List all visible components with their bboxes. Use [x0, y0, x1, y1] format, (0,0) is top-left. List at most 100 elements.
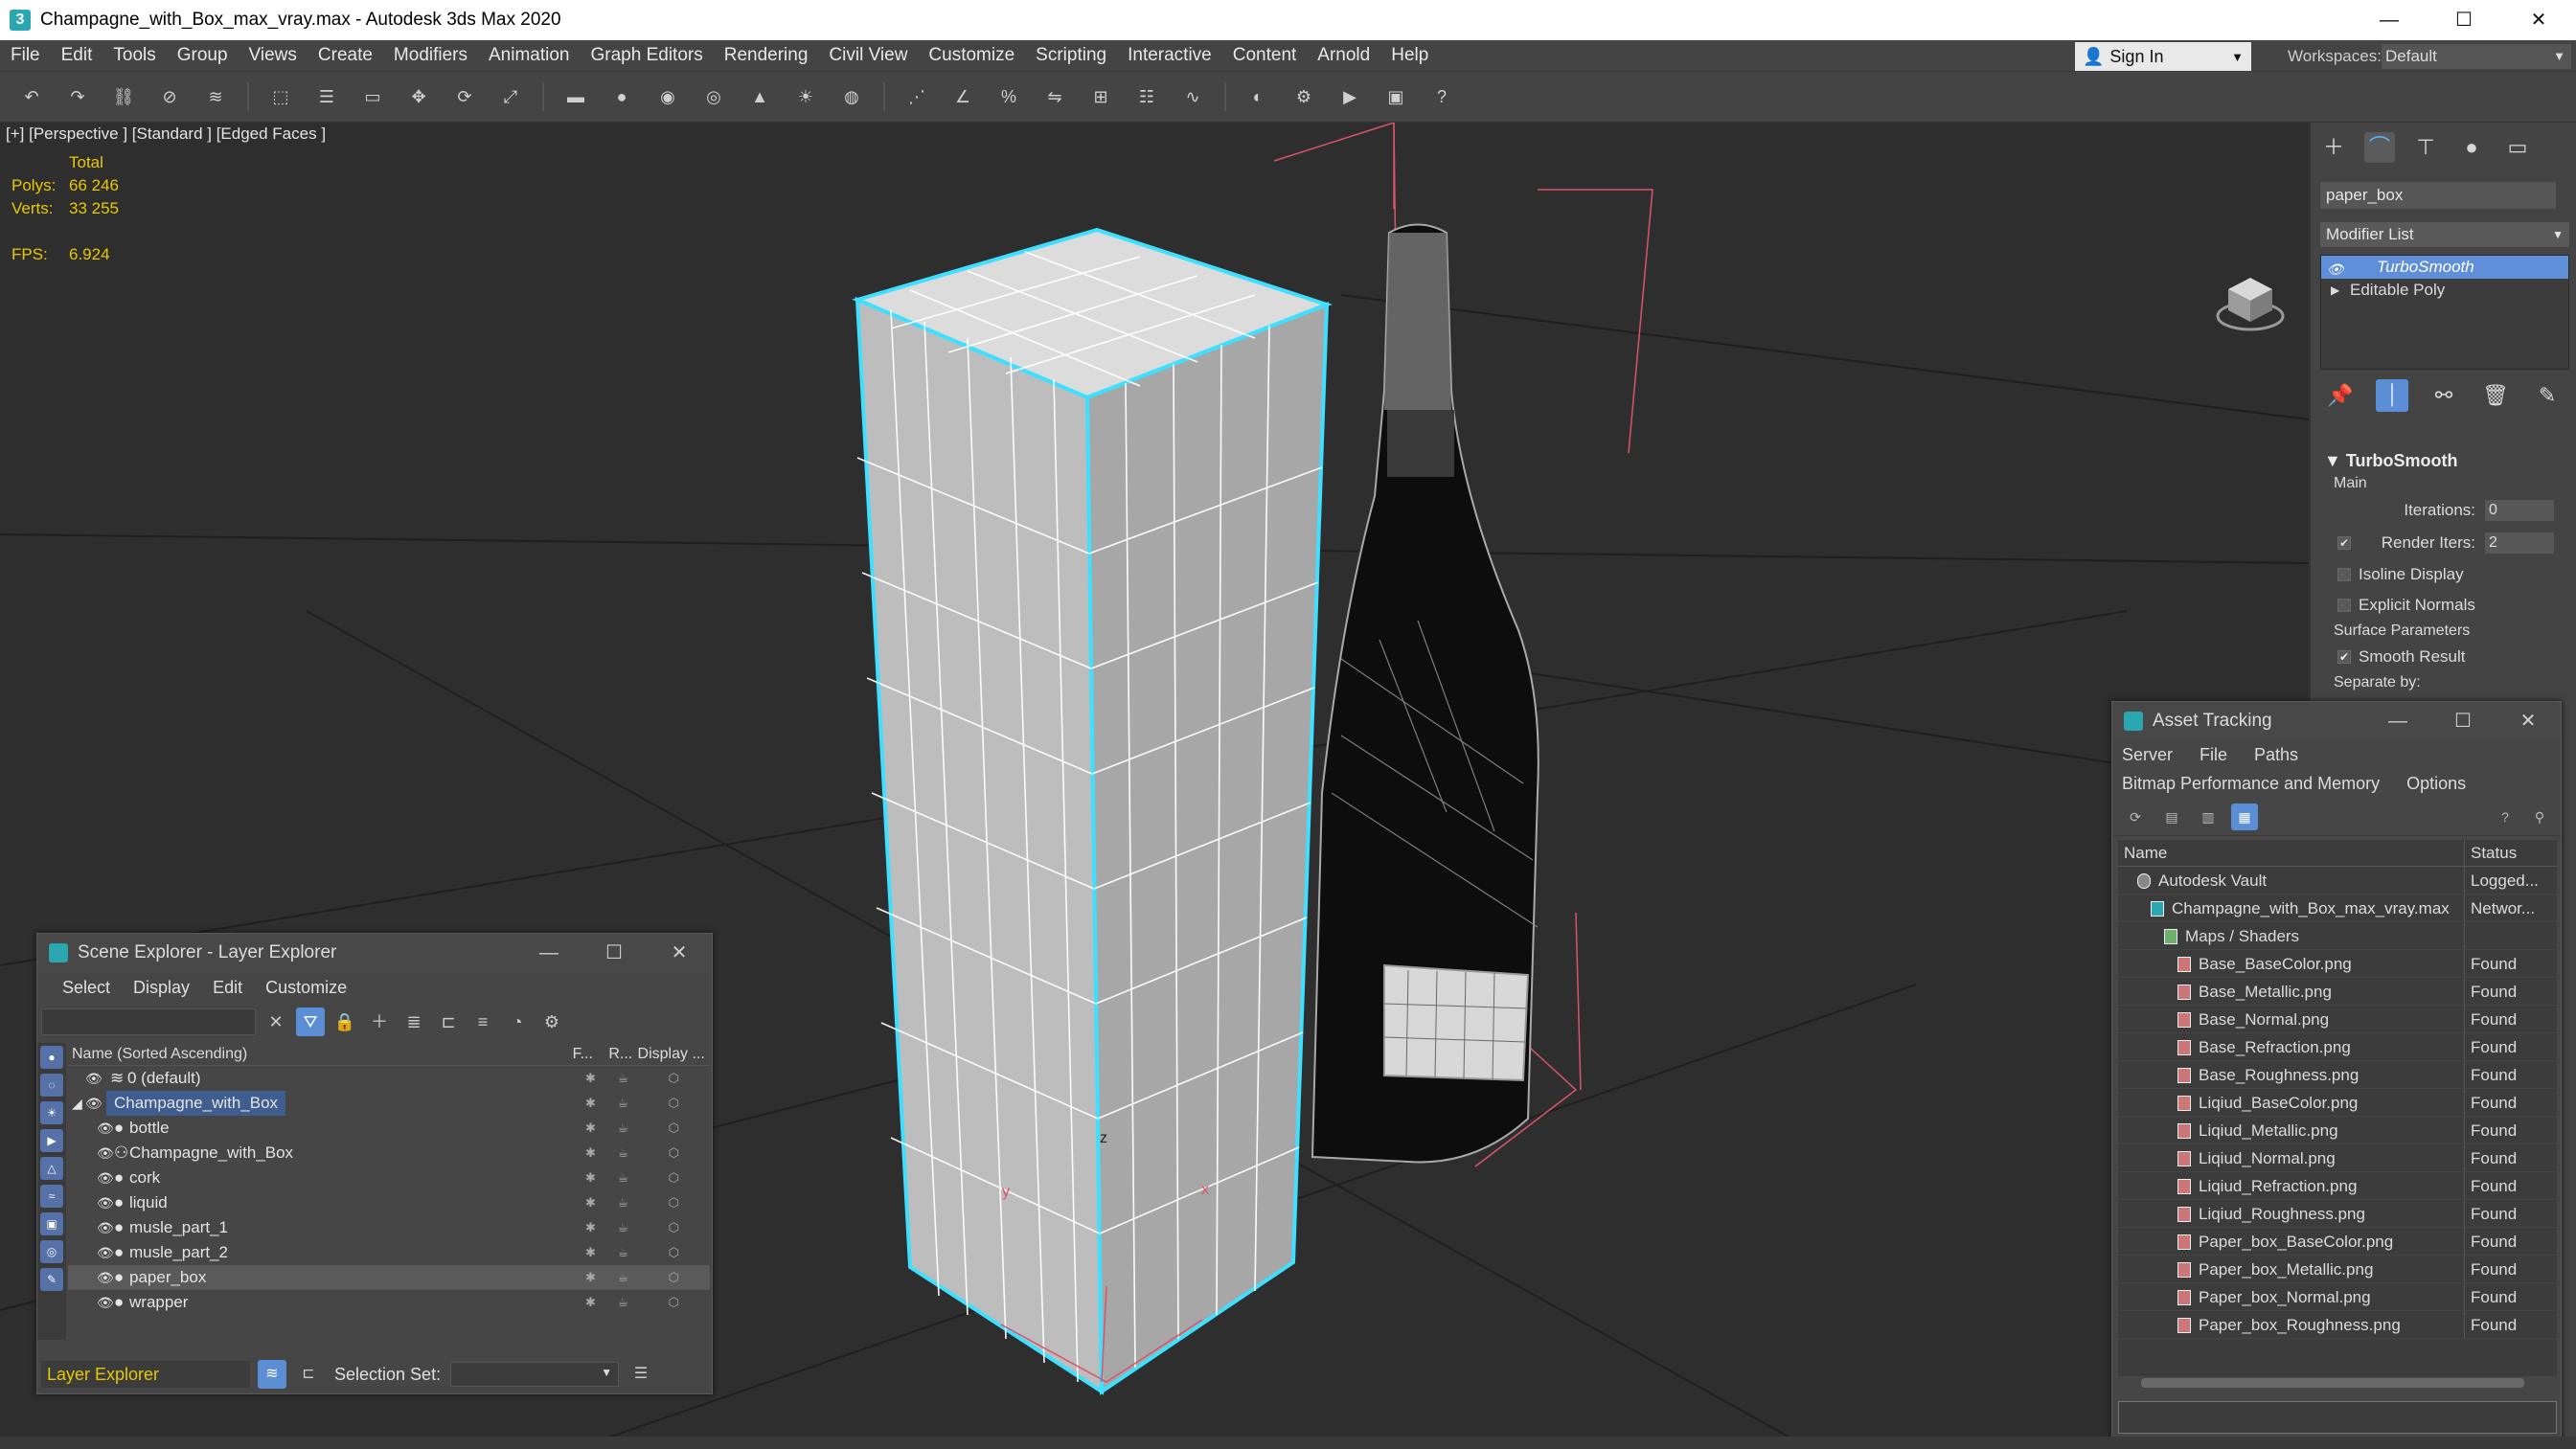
table-row[interactable]: 👁 ● musle_part_1 ✱ ☕ ⬡	[68, 1215, 710, 1240]
table-row[interactable]: Liqiud_Normal.png Found	[2118, 1144, 2557, 1172]
freeze-icon[interactable]: ✱	[573, 1145, 609, 1161]
asset-tracking-titlebar[interactable]: Asset Tracking — ☐ ✕	[2112, 702, 2561, 740]
display-icon[interactable]: ⬡	[638, 1071, 711, 1086]
eye-icon[interactable]: 👁	[85, 1066, 103, 1091]
table-row[interactable]: ◢ 👁 Champagne_with_Box ✱ ☕ ⬡	[68, 1091, 710, 1116]
table-row[interactable]: 👁 ⚇ Champagne_with_Box ✱ ☕ ⬡	[68, 1141, 710, 1166]
display-icon[interactable]: ⬡	[638, 1145, 711, 1161]
menu-paths[interactable]: Paths	[2254, 745, 2325, 765]
eye-icon[interactable]: 👁	[97, 1141, 114, 1166]
table-row[interactable]: 👁 ≋ 0 (default) ✱ ☕ ⬡	[68, 1066, 710, 1091]
camera-icon[interactable]: ◍	[837, 82, 866, 111]
list-view-icon[interactable]: ▤	[2158, 804, 2185, 830]
table-row[interactable]: Autodesk Vault Logged...	[2118, 867, 2557, 894]
close-button[interactable]: ✕	[2501, 0, 2576, 40]
motion-tab-icon[interactable]: ●	[2456, 132, 2487, 163]
rect-selection-icon[interactable]: ▭	[358, 82, 387, 111]
lights-filter-icon[interactable]: ☀	[40, 1101, 63, 1124]
layer-explorer-icon[interactable]: ≋	[258, 1360, 286, 1389]
search-input[interactable]	[41, 1008, 256, 1035]
eye-icon[interactable]: 👁	[97, 1265, 114, 1290]
layer-manager-icon[interactable]: ☷	[1132, 82, 1161, 111]
display-icon[interactable]: ⬡	[638, 1220, 711, 1235]
help-icon[interactable]: ?	[1427, 82, 1456, 111]
table-row[interactable]: Liqiud_Refraction.png Found	[2118, 1172, 2557, 1200]
highlight-icon[interactable]: ◔	[503, 1008, 532, 1036]
menu-customize[interactable]: Customize	[918, 40, 1025, 71]
create-tab-icon[interactable]: ＋	[2318, 132, 2349, 163]
freeze-icon[interactable]: ✱	[573, 1121, 609, 1136]
minimize-button[interactable]: —	[2365, 702, 2430, 740]
freeze-icon[interactable]: ✱	[573, 1071, 609, 1086]
column-render[interactable]: R...	[608, 1043, 637, 1065]
menu-file[interactable]: File	[0, 40, 51, 71]
table-row[interactable]: Liqiud_Metallic.png Found	[2118, 1117, 2557, 1144]
menu-group[interactable]: Group	[167, 40, 239, 71]
eye-icon[interactable]: 👁	[2327, 258, 2344, 281]
freeze-icon[interactable]: ✱	[573, 1220, 609, 1235]
menu-file[interactable]: File	[2200, 745, 2254, 765]
eye-icon[interactable]: 👁	[97, 1166, 114, 1190]
freeze-icon[interactable]: ✱	[573, 1295, 609, 1310]
table-row[interactable]: 👁 ● bottle ✱ ☕ ⬡	[68, 1116, 710, 1141]
selection-set-dropdown[interactable]: ▼	[450, 1362, 620, 1387]
eye-icon[interactable]: 👁	[97, 1240, 114, 1265]
display-icon[interactable]: ⬡	[638, 1121, 711, 1136]
display-icon[interactable]: ⬡	[638, 1295, 711, 1310]
bones-filter-icon[interactable]: ✎	[40, 1268, 63, 1291]
freeze-icon[interactable]: ✱	[573, 1170, 609, 1186]
bind-space-warp-icon[interactable]: ≋	[201, 82, 230, 111]
xrefs-filter-icon[interactable]: ◎	[40, 1240, 63, 1263]
modifier-list-dropdown[interactable]: Modifier List ▼	[2320, 222, 2569, 247]
align-icon[interactable]: ⊞	[1086, 82, 1115, 111]
help-icon[interactable]: ?	[2492, 804, 2519, 830]
selection-set-editor-icon[interactable]: ☰	[627, 1360, 655, 1389]
redo-icon[interactable]: ↷	[63, 82, 92, 111]
menu-modifiers[interactable]: Modifiers	[383, 40, 478, 71]
menu-tools[interactable]: Tools	[103, 40, 166, 71]
table-row[interactable]: 👁 ● liquid ✱ ☕ ⬡	[68, 1190, 710, 1215]
eye-icon[interactable]: 👁	[85, 1091, 103, 1116]
sphere-create-icon[interactable]: ●	[607, 82, 636, 111]
freeze-icon[interactable]: ✱	[573, 1096, 609, 1111]
viewport-label[interactable]: [+] [Perspective ] [Standard ] [Edged Fa…	[6, 125, 326, 144]
minimize-button[interactable]: —	[516, 934, 581, 972]
stack-icon[interactable]: ≡	[468, 1008, 497, 1036]
menu-display[interactable]: Display	[122, 978, 201, 998]
move-icon[interactable]: ✥	[404, 82, 433, 111]
render-iters-checkbox[interactable]: ✔	[2337, 536, 2351, 550]
display-icon[interactable]: ⬡	[638, 1170, 711, 1186]
clear-search-icon[interactable]: ✕	[262, 1008, 290, 1036]
eye-icon[interactable]: 👁	[97, 1215, 114, 1240]
expand-arrow-icon[interactable]: ▶	[2331, 279, 2339, 302]
menu-interactive[interactable]: Interactive	[1117, 40, 1222, 71]
remove-modifier-icon[interactable]: 🗑	[2479, 379, 2512, 412]
select-object-icon[interactable]: ⬚	[266, 82, 295, 111]
close-button[interactable]: ✕	[647, 934, 712, 972]
explorer-mode-dropdown[interactable]: Layer Explorer	[41, 1361, 250, 1388]
filter-icon[interactable]: ⛛	[296, 1008, 325, 1036]
menu-bitmap-performance[interactable]: Bitmap Performance and Memory	[2122, 774, 2406, 794]
menu-customize[interactable]: Customize	[254, 978, 358, 998]
explicit-normals-checkbox[interactable]	[2337, 599, 2351, 612]
shapes-filter-icon[interactable]: ◌	[40, 1074, 63, 1097]
menu-select[interactable]: Select	[51, 978, 122, 998]
column-status[interactable]: Status	[2465, 840, 2517, 866]
eye-icon[interactable]: 👁	[97, 1116, 114, 1141]
table-row[interactable]: Base_Metallic.png Found	[2118, 978, 2557, 1006]
tree-view-icon[interactable]: ▥	[2195, 804, 2222, 830]
render-frame-icon[interactable]: ▣	[1381, 82, 1410, 111]
cameras-filter-icon[interactable]: ▶	[40, 1129, 63, 1152]
mirror-icon[interactable]: ⇋	[1040, 82, 1069, 111]
table-row[interactable]: Maps / Shaders	[2118, 922, 2557, 950]
scale-icon[interactable]: ⤢	[496, 82, 525, 111]
render-icon[interactable]: ☕	[608, 1170, 637, 1186]
table-row[interactable]: Paper_box_Normal.png Found	[2118, 1283, 2557, 1311]
horizontal-scrollbar[interactable]	[2141, 1378, 2524, 1388]
minimize-button[interactable]: —	[2352, 0, 2427, 40]
cone-icon[interactable]: ▲	[745, 82, 774, 111]
smooth-result-option[interactable]: ✔ Smooth Result	[2324, 642, 2571, 672]
maximize-button[interactable]: ☐	[2430, 702, 2496, 740]
display-icon[interactable]: ⬡	[638, 1096, 711, 1111]
explicit-normals-option[interactable]: Explicit Normals	[2324, 590, 2571, 621]
